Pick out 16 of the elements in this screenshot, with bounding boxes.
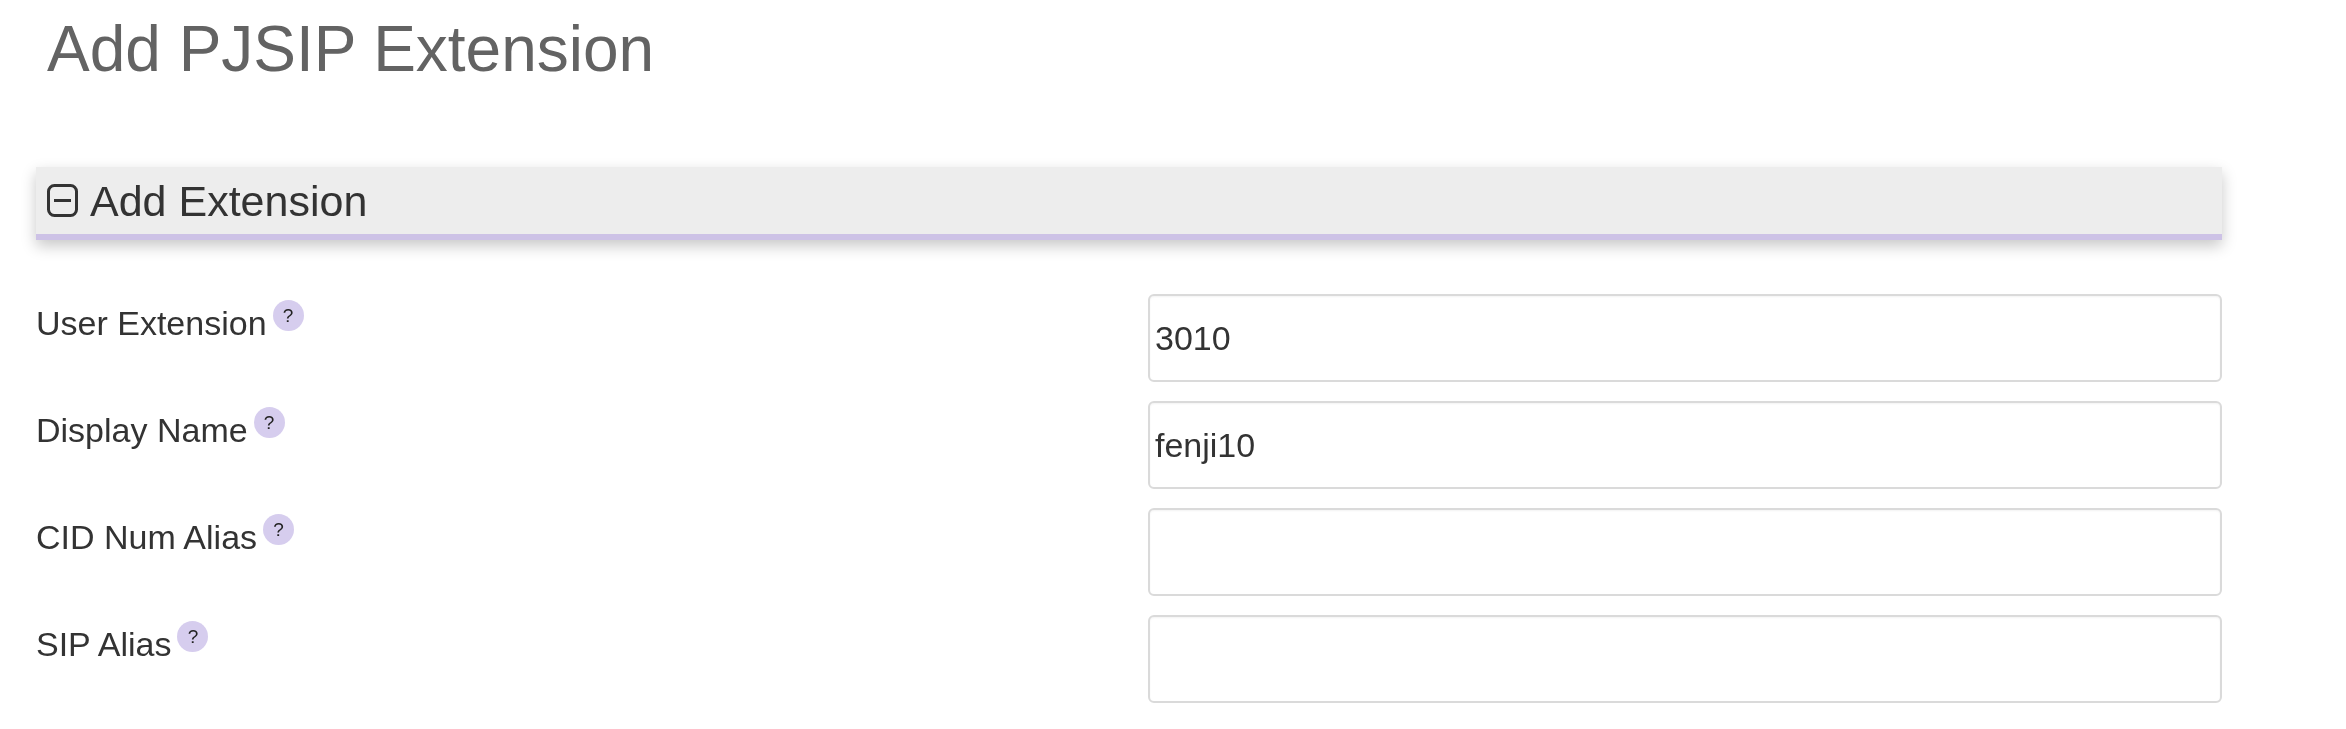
help-button[interactable]: ? (253, 407, 285, 438)
field-label: Display Name (36, 410, 248, 450)
field-label: User Extension (36, 303, 267, 343)
collapse-icon[interactable] (47, 184, 78, 217)
help-button[interactable]: ? (272, 300, 304, 331)
help-button[interactable]: ? (177, 621, 209, 652)
field-label: CID Num Alias (36, 517, 258, 557)
section-header[interactable]: Add Extension (36, 167, 2222, 240)
input-field[interactable]: fenji10 (1148, 401, 2222, 489)
input-field[interactable] (1148, 508, 2222, 596)
help-button[interactable]: ? (263, 514, 295, 545)
field-label: SIP Alias (36, 624, 172, 664)
input-field[interactable]: 3010 (1148, 294, 2222, 382)
page-title: Add PJSIP Extension (46, 12, 656, 87)
input-field[interactable] (1148, 615, 2222, 703)
section-title: Add Extension (90, 175, 368, 227)
